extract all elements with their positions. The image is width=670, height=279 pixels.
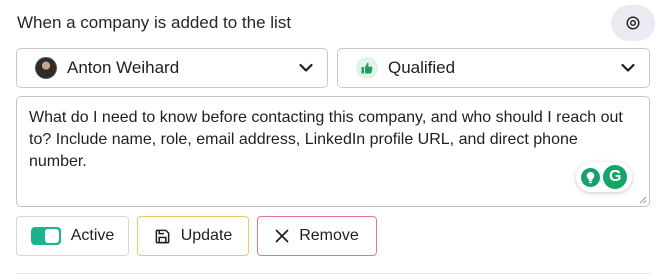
status-select-value: Qualified xyxy=(388,58,456,77)
grammarly-icon[interactable]: G xyxy=(603,165,628,189)
at-sign-icon xyxy=(626,16,640,30)
toggle-knob xyxy=(44,229,59,243)
thumbs-up-icon xyxy=(356,57,378,79)
update-button[interactable]: Update xyxy=(137,216,249,256)
status-select[interactable]: Qualified xyxy=(337,48,650,88)
update-label: Update xyxy=(180,227,233,244)
resize-handle-icon[interactable] xyxy=(639,196,647,204)
avatar xyxy=(35,57,57,79)
prompt-text: What do I need to know before contacting… xyxy=(29,109,623,170)
rule-trigger-title: When a company is added to the list xyxy=(17,13,292,32)
chevron-down-icon xyxy=(299,63,313,72)
save-icon xyxy=(155,229,170,243)
active-toggle-switch[interactable] xyxy=(30,227,61,245)
chevron-down-icon xyxy=(621,63,635,72)
prompt-textarea[interactable]: What do I need to know before contacting… xyxy=(16,96,650,207)
mention-button[interactable] xyxy=(611,5,655,41)
owner-select[interactable]: Anton Weihard xyxy=(16,48,328,88)
close-icon xyxy=(275,229,289,243)
lightbulb-icon[interactable] xyxy=(580,167,600,187)
remove-label: Remove xyxy=(299,227,359,244)
remove-button[interactable]: Remove xyxy=(257,216,377,256)
writing-assistant-widget[interactable]: G xyxy=(576,162,632,192)
active-label: Active xyxy=(70,227,115,244)
owner-select-value: Anton Weihard xyxy=(67,58,180,77)
active-toggle-button[interactable]: Active xyxy=(16,216,129,256)
rule-header: When a company is added to the list xyxy=(17,0,655,46)
divider xyxy=(16,273,650,274)
